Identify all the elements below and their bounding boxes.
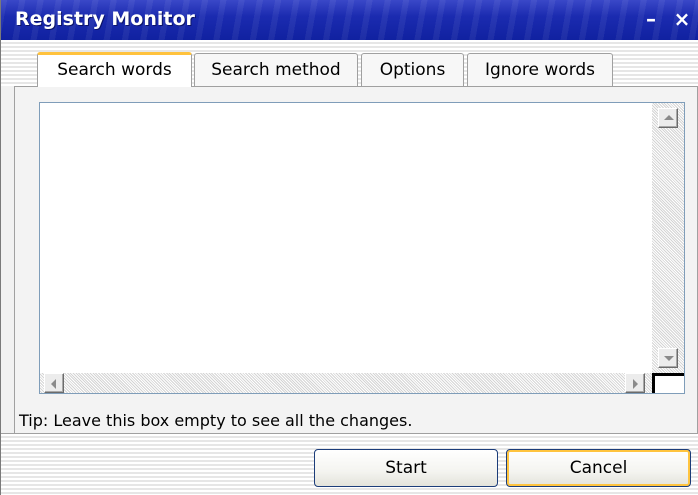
vertical-scrollbar[interactable]	[652, 103, 684, 373]
tab-search-words[interactable]: Search words	[37, 52, 192, 87]
tab-options[interactable]: Options	[361, 53, 464, 86]
tab-label: Search words	[57, 60, 172, 80]
registry-monitor-window: Registry Monitor – × Search words Search…	[0, 0, 698, 495]
minimize-button[interactable]: –	[638, 6, 664, 32]
start-button[interactable]: Start	[314, 449, 498, 487]
scrollbar-corner	[652, 373, 684, 393]
window-title: Registry Monitor	[15, 8, 195, 30]
arrow-up-icon	[664, 115, 674, 120]
divider	[1, 433, 698, 434]
scroll-up-button[interactable]	[658, 108, 678, 128]
tab-label: Options	[379, 60, 446, 80]
scroll-left-button[interactable]	[44, 373, 64, 393]
tab-label: Search method	[211, 60, 341, 80]
tab-search-method[interactable]: Search method	[194, 53, 358, 86]
arrow-right-icon	[633, 379, 638, 389]
search-words-textarea[interactable]	[39, 102, 685, 394]
scroll-down-button[interactable]	[658, 348, 678, 368]
close-button[interactable]: ×	[669, 6, 695, 32]
cancel-button[interactable]: Cancel	[506, 449, 691, 487]
title-bar[interactable]: Registry Monitor – ×	[1, 0, 698, 40]
arrow-down-icon	[664, 356, 674, 361]
tab-ignore-words[interactable]: Ignore words	[467, 53, 613, 86]
arrow-left-icon	[51, 379, 56, 389]
scroll-right-button[interactable]	[625, 373, 645, 393]
tab-label: Ignore words	[484, 60, 596, 80]
tip-text: Tip: Leave this box empty to see all the…	[19, 411, 413, 430]
horizontal-scrollbar[interactable]	[40, 373, 652, 393]
